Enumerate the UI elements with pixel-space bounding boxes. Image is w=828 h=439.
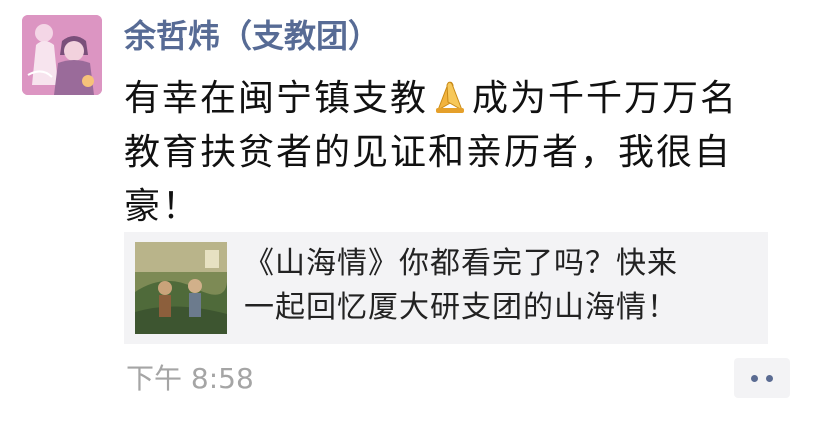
post-content: 有幸在闽宁镇支教 成为千千万万名 教育扶贫者的见证和亲历者，我很自 豪！ [124,72,804,234]
more-options-button[interactable] [734,358,790,398]
author-name[interactable]: 余哲炜（支教团） [124,14,380,58]
content-line: 豪！ [124,186,201,227]
avatar-illustration [22,15,102,95]
content-text: 有幸在闽宁镇支教 [124,78,429,119]
shared-link-line: 一起回忆厦大研支团的山海情！ [244,290,678,325]
more-dot-icon [766,374,773,382]
content-line: 有幸在闽宁镇支教 成为千千万万名 [124,72,804,126]
shared-link-card[interactable]: 《山海情》你都看完了吗？快来 一起回忆厦大研支团的山海情！ [124,232,768,344]
shared-link-thumbnail [135,242,227,334]
content-text: 成为千千万万名 [472,78,739,119]
shared-link-line: 《山海情》你都看完了吗？快来 [244,246,678,281]
moments-post: 余哲炜（支教团） 有幸在闽宁镇支教 成为千千万万名 教育扶贫者的见证和亲历者，我… [0,0,828,439]
shared-link-title: 《山海情》你都看完了吗？快来 一起回忆厦大研支团的山海情！ [244,242,760,330]
avatar[interactable] [22,15,102,95]
pray-hands-icon [430,76,470,116]
content-line: 教育扶贫者的见证和亲历者，我很自 [124,132,733,173]
more-dot-icon [751,374,758,382]
post-timestamp: 下午 8:58 [126,362,254,395]
